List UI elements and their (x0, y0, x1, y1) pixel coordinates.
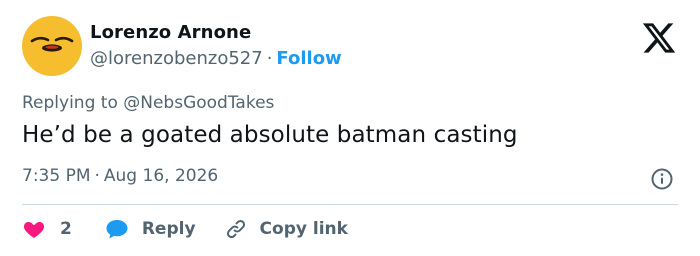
heart-icon (23, 222, 45, 238)
reply-label: Reply (141, 219, 196, 239)
author-handle-row: @lorenzobenzo527 · Follow (90, 48, 342, 69)
divider (22, 204, 678, 205)
author-handle[interactable]: @lorenzobenzo527 (90, 48, 263, 69)
avatar[interactable] (22, 16, 82, 76)
follow-button[interactable]: Follow (276, 48, 341, 69)
gudetama-avatar-icon (22, 16, 82, 76)
like-count: 2 (60, 219, 72, 239)
link-icon (226, 219, 245, 239)
info-icon[interactable] (650, 167, 674, 191)
author-name[interactable]: Lorenzo Arnone (90, 22, 251, 43)
replying-mention[interactable]: @NebsGoodTakes (123, 93, 274, 113)
tweet-time[interactable]: 7:35 PM (22, 166, 91, 186)
tweet-text: He’d be a goated absolute batman casting (22, 122, 518, 148)
reply-button[interactable]: Reply (104, 217, 196, 241)
copy-link-button[interactable]: Copy link (224, 217, 348, 241)
replying-prefix: Replying to (22, 93, 118, 113)
replying-to: Replying to @NebsGoodTakes (22, 93, 274, 113)
tweet-meta: 7:35 PM · Aug 16, 2026 (22, 166, 218, 186)
x-logo-icon[interactable] (641, 20, 677, 56)
action-bar: 2 Reply Copy link (22, 214, 348, 244)
speech-bubble-icon (106, 220, 128, 239)
handle-separator: · (266, 48, 273, 69)
copy-link-label: Copy link (259, 219, 348, 239)
like-button[interactable]: 2 (22, 217, 72, 241)
tweet-date[interactable]: Aug 16, 2026 (104, 166, 218, 186)
meta-separator: · (94, 166, 100, 186)
